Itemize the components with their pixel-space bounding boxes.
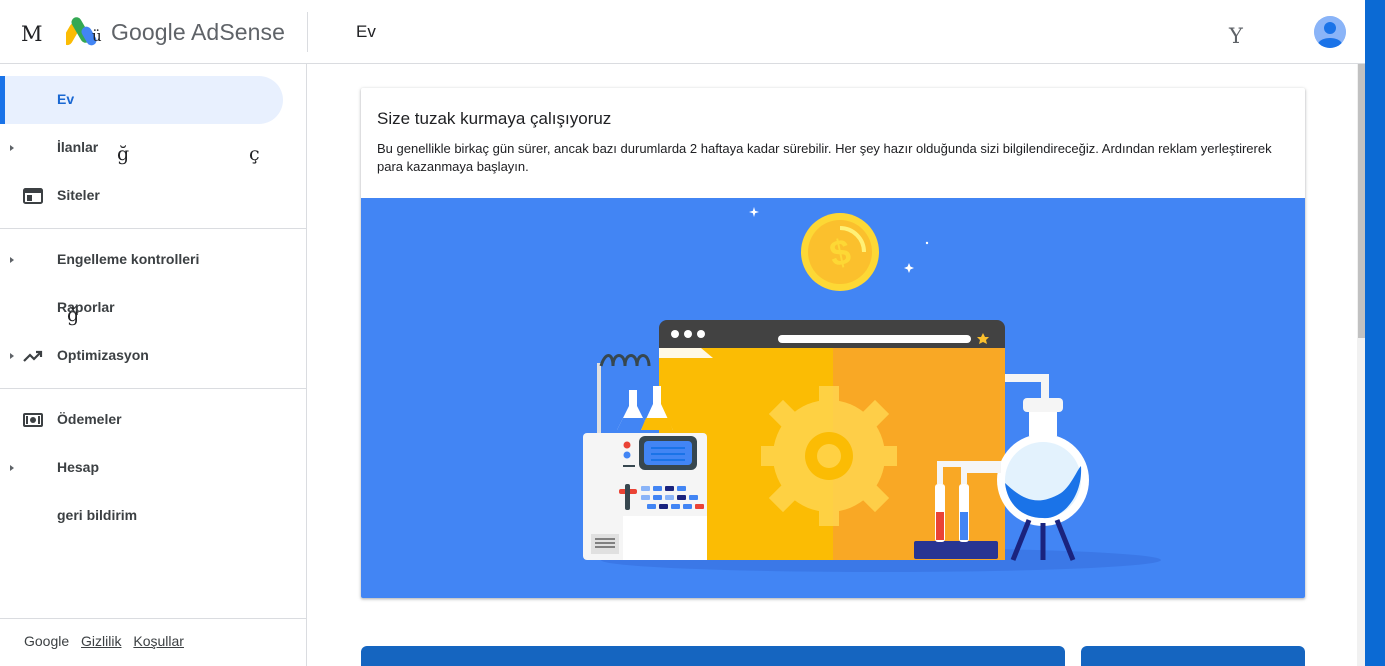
privacy-link[interactable]: Gizlilik — [81, 633, 121, 649]
card-title: Size tuzak kurmaya çalışıyoruz — [377, 109, 612, 128]
expand-caret-icon[interactable] — [10, 353, 14, 359]
status-card: Size tuzak kurmaya çalışıyoruz Bu genell… — [361, 88, 1305, 598]
account-avatar-icon — [1314, 16, 1346, 48]
info-card-left — [361, 646, 1065, 666]
side-navigation: Ev İlanlar ğ ç Siteler Engelleme kontrol… — [0, 64, 307, 666]
nav-divider — [0, 388, 307, 389]
nav-item-account[interactable]: Hesap — [0, 444, 307, 492]
nav-item-sites[interactable]: Siteler — [0, 172, 307, 220]
active-indicator — [0, 76, 5, 124]
nav-label: Optimizasyon — [57, 347, 149, 363]
sidebar-footer: Google Gizlilik Koşullar — [24, 633, 192, 649]
nav-glyph: ğ — [117, 143, 130, 165]
nav-label: geri bildirim — [57, 507, 138, 523]
active-pill — [0, 76, 283, 124]
lab-illustration-art: $ — [583, 207, 1161, 572]
dollar-coin-icon: $ — [801, 213, 879, 291]
nav-item-reports[interactable]: Raporlar ğ — [0, 284, 307, 332]
top-app-bar: M ü Google AdSense Ev Y — [0, 0, 1365, 64]
nav-item-blocking-controls[interactable]: Engelleme kontrolleri — [0, 236, 307, 284]
nav-item-optimization[interactable]: Optimizasyon — [0, 332, 307, 380]
account-avatar[interactable] — [1314, 16, 1346, 48]
main-content: Size tuzak kurmaya çalışıyoruz Bu genell… — [308, 64, 1357, 666]
nav-item-ads[interactable]: İlanlar ğ ç — [0, 124, 307, 172]
expand-caret-icon[interactable] — [10, 257, 14, 263]
nav-divider — [0, 228, 307, 229]
menu-glyph[interactable]: M — [21, 22, 43, 46]
lab-illustration: $ — [361, 198, 1305, 598]
nav-label: Siteler — [57, 187, 100, 203]
nav-label: Raporlar — [57, 299, 115, 315]
product-logo-text[interactable]: Google AdSense — [111, 19, 285, 46]
logo-glyph: ü — [92, 27, 102, 45]
window-edge — [1365, 0, 1385, 666]
nav-item-payments[interactable]: Ödemeler — [0, 396, 307, 444]
card-body-text: Bu genellikle birkaç gün sürer, ancak ba… — [377, 141, 1272, 174]
nav-label: Hesap — [57, 459, 100, 475]
nav-glyph: ğ — [67, 304, 80, 326]
trending-up-icon — [23, 350, 43, 362]
scrollbar-thumb[interactable] — [1358, 64, 1365, 338]
info-card-right — [1081, 646, 1305, 666]
browser-window-icon — [659, 320, 1005, 560]
nav-glyph: ç — [249, 143, 260, 165]
nav-item-home[interactable]: Ev — [0, 76, 307, 124]
website-icon — [23, 188, 43, 204]
header-divider — [307, 12, 308, 52]
page-title: Ev — [356, 22, 376, 41]
expand-caret-icon[interactable] — [10, 145, 14, 151]
footer-divider — [0, 618, 307, 619]
footer-brand: Google — [24, 633, 70, 649]
nav-item-feedback[interactable]: geri bildirim — [0, 492, 307, 540]
nav-label: Engelleme kontrolleri — [57, 251, 200, 267]
apps-glyph[interactable]: Y — [1229, 24, 1243, 48]
nav-label: Ev — [57, 91, 75, 107]
terms-link[interactable]: Koşullar — [133, 633, 184, 649]
nav-label: Ödemeler — [57, 411, 122, 427]
payments-icon — [23, 413, 43, 427]
nav-label: İlanlar — [57, 139, 99, 155]
expand-caret-icon[interactable] — [10, 465, 14, 471]
